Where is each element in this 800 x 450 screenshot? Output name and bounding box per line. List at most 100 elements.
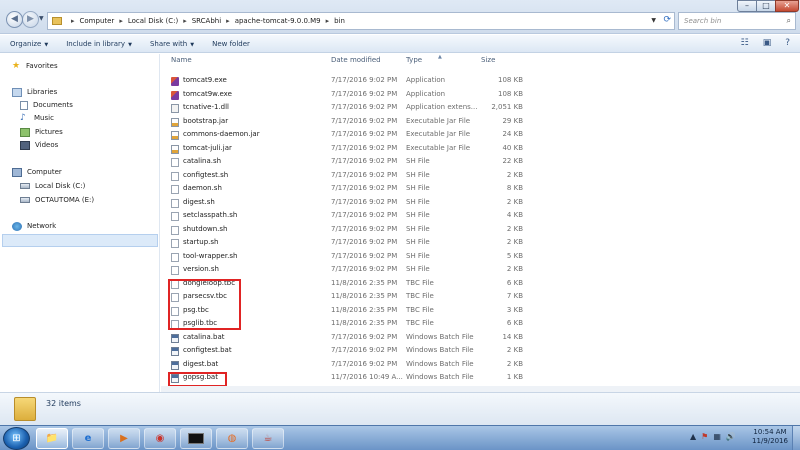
file-row[interactable]: catalina.sh 7/17/2016 9:02 PM SH File 22 KB	[161, 155, 800, 169]
file-row[interactable]: tomcat9.exe 7/17/2016 9:02 PM Application 1…	[161, 74, 800, 88]
start-button[interactable]: ⊞	[3, 427, 30, 450]
taskbar-ie[interactable]: e	[72, 428, 104, 449]
breadcrumb-computer[interactable]: Computer	[80, 17, 115, 25]
file-row[interactable]: gopsg.bat 11/7/2016 10:49 A... Windows Bat…	[161, 371, 800, 385]
bat-file-icon	[171, 347, 179, 356]
preview-pane-icon[interactable]: ▣	[763, 38, 772, 48]
file-type: Application extens...	[406, 103, 478, 111]
nav-octautoma[interactable]: OCTAUTOMA (E:)	[20, 194, 94, 206]
breadcrumb-tomcat[interactable]: apache-tomcat-9.0.0.M9	[235, 17, 321, 25]
recent-pages-dropdown[interactable]: ▼	[39, 15, 44, 22]
file-row[interactable]: tool-wrapper.sh 7/17/2016 9:02 PM SH File 5…	[161, 250, 800, 264]
new-folder-button[interactable]: New folder	[212, 40, 250, 48]
nav-libraries[interactable]: Libraries	[12, 86, 57, 98]
file-row[interactable]: bootstrap.jar 7/17/2016 9:02 PM Executable…	[161, 115, 800, 129]
maximize-button[interactable]: □	[756, 0, 776, 12]
nav-network[interactable]: Network	[12, 220, 56, 232]
file-date-modified: 7/17/2016 9:02 PM	[331, 143, 398, 152]
chevron-right-icon[interactable]: ▸	[226, 17, 230, 25]
breadcrumb-local-disk[interactable]: Local Disk (C:)	[128, 17, 178, 25]
file-row[interactable]: tcnative-1.dll 7/17/2016 9:02 PM Applicati…	[161, 101, 800, 115]
file-row[interactable]: commons-daemon.jar 7/17/2016 9:02 PM Execu…	[161, 128, 800, 142]
file-type: Windows Batch File	[406, 359, 474, 368]
file-name: digest.bat	[183, 359, 219, 368]
nav-pictures[interactable]: Pictures	[20, 126, 63, 138]
file-row[interactable]: setclasspath.sh 7/17/2016 9:02 PM SH File 4…	[161, 209, 800, 223]
nav-local-disk[interactable]: Local Disk (C:)	[20, 180, 85, 192]
file-name: digest.sh	[183, 197, 215, 206]
file-row[interactable]: digest.sh 7/17/2016 9:02 PM SH File 2 KB	[161, 196, 800, 210]
forward-button[interactable]: ▶	[22, 11, 39, 28]
show-desktop-button[interactable]	[792, 426, 800, 450]
nav-videos[interactable]: Videos	[20, 139, 58, 151]
file-row[interactable]: digest.bat 7/17/2016 9:02 PM Windows Batch…	[161, 358, 800, 372]
file-row[interactable]: configtest.sh 7/17/2016 9:02 PM SH File 2 K…	[161, 169, 800, 183]
taskbar-firefox[interactable]: ◍	[216, 428, 248, 449]
command-prompt-icon	[188, 432, 204, 444]
file-date-modified: 11/8/2016 2:35 PM	[331, 305, 398, 314]
file-row[interactable]: tomcat-juli.jar 7/17/2016 9:02 PM Executab…	[161, 142, 800, 156]
breadcrumb-srcabhi[interactable]: SRCAbhi	[192, 17, 221, 25]
include-in-library-button[interactable]: Include in library ▼	[66, 40, 132, 48]
nav-documents-label: Documents	[33, 101, 73, 109]
exe-file-icon	[171, 77, 179, 86]
refresh-icon[interactable]: ⟳	[663, 15, 671, 25]
file-type: SH File	[406, 170, 430, 179]
column-header-date[interactable]: Date modified	[331, 56, 381, 70]
file-row[interactable]: startup.sh 7/17/2016 9:02 PM SH File 2 KB	[161, 236, 800, 250]
file-date-modified: 7/17/2016 9:02 PM	[331, 170, 398, 179]
share-with-button[interactable]: Share with ▼	[150, 40, 194, 48]
jar-file-icon	[171, 131, 179, 140]
breadcrumb-bin[interactable]: bin	[334, 17, 345, 25]
system-clock[interactable]: 10:54 AM 11/9/2016	[748, 428, 792, 446]
file-row[interactable]: dongleloop.tbc 11/8/2016 2:35 PM TBC File 6…	[161, 277, 800, 291]
flag-icon[interactable]: ⚑	[701, 432, 708, 441]
show-hidden-icons-icon[interactable]: ▲	[690, 432, 696, 441]
nav-documents[interactable]: Documents	[20, 99, 73, 111]
file-row[interactable]: tomcat9w.exe 7/17/2016 9:02 PM Application…	[161, 88, 800, 102]
volume-icon[interactable]: 🔊	[726, 432, 736, 441]
file-size: 2 KB	[506, 265, 523, 273]
file-row[interactable]: shutdown.sh 7/17/2016 9:02 PM SH File 2 KB	[161, 223, 800, 237]
file-row[interactable]: daemon.sh 7/17/2016 9:02 PM SH File 8 KB	[161, 182, 800, 196]
file-row[interactable]: psg.tbc 11/8/2016 2:35 PM TBC File 3 KB	[161, 304, 800, 318]
taskbar-chrome[interactable]: ◉	[144, 428, 176, 449]
column-header-name[interactable]: Name	[171, 56, 192, 70]
chevron-right-icon[interactable]: ▸	[326, 17, 330, 25]
nav-videos-label: Videos	[35, 141, 59, 149]
file-row[interactable]: catalina.bat 7/17/2016 9:02 PM Windows Bat…	[161, 331, 800, 345]
taskbar-explorer[interactable]: 📁	[36, 428, 68, 449]
sh-file-icon	[171, 239, 179, 248]
file-row[interactable]: version.sh 7/17/2016 9:02 PM SH File 2 KB	[161, 263, 800, 277]
organize-button[interactable]: Organize ▼	[10, 40, 48, 48]
chevron-right-icon[interactable]: ▸	[119, 17, 123, 25]
back-button[interactable]: ◀	[6, 11, 23, 28]
chevron-right-icon[interactable]: ▸	[71, 17, 75, 25]
view-options-icon[interactable]: ☷	[741, 38, 749, 48]
file-row[interactable]: configtest.bat 7/17/2016 9:02 PM Windows B…	[161, 344, 800, 358]
column-header-size[interactable]: Size	[481, 56, 495, 70]
minimize-button[interactable]: –	[737, 0, 757, 12]
nav-computer[interactable]: Computer	[12, 166, 62, 178]
taskbar-media-player[interactable]: ▶	[108, 428, 140, 449]
address-path[interactable]: ▸ Computer ▸ Local Disk (C:) ▸ SRCAbhi ▸…	[47, 12, 675, 30]
nav-music[interactable]: ♪ Music	[20, 112, 54, 124]
search-input[interactable]: Search bin ⌕	[678, 12, 796, 30]
close-button[interactable]: ✕	[775, 0, 799, 12]
file-date-modified: 7/17/2016 9:02 PM	[331, 89, 398, 98]
file-row[interactable]: parsecsv.tbc 11/8/2016 2:35 PM TBC File 7 K…	[161, 290, 800, 304]
taskbar-java[interactable]: ☕	[252, 428, 284, 449]
taskbar-cmd[interactable]	[180, 428, 212, 449]
chevron-right-icon[interactable]: ▸	[183, 17, 187, 25]
file-date-modified: 7/17/2016 9:02 PM	[331, 130, 398, 138]
column-header-type[interactable]: Type	[406, 56, 422, 70]
help-icon[interactable]: ?	[785, 38, 790, 48]
file-type: SH File	[406, 265, 430, 273]
file-row[interactable]: psglib.tbc 11/8/2016 2:35 PM TBC File 6 KB	[161, 317, 800, 331]
file-size: 2 KB	[506, 359, 523, 368]
sort-indicator-icon: ▲	[438, 54, 442, 60]
network-icon[interactable]: ▦	[713, 432, 721, 441]
address-dropdown-icon[interactable]: ▼	[651, 17, 656, 24]
file-date-modified: 7/17/2016 9:02 PM	[331, 332, 398, 341]
nav-favorites[interactable]: ★ Favorites	[12, 60, 58, 72]
